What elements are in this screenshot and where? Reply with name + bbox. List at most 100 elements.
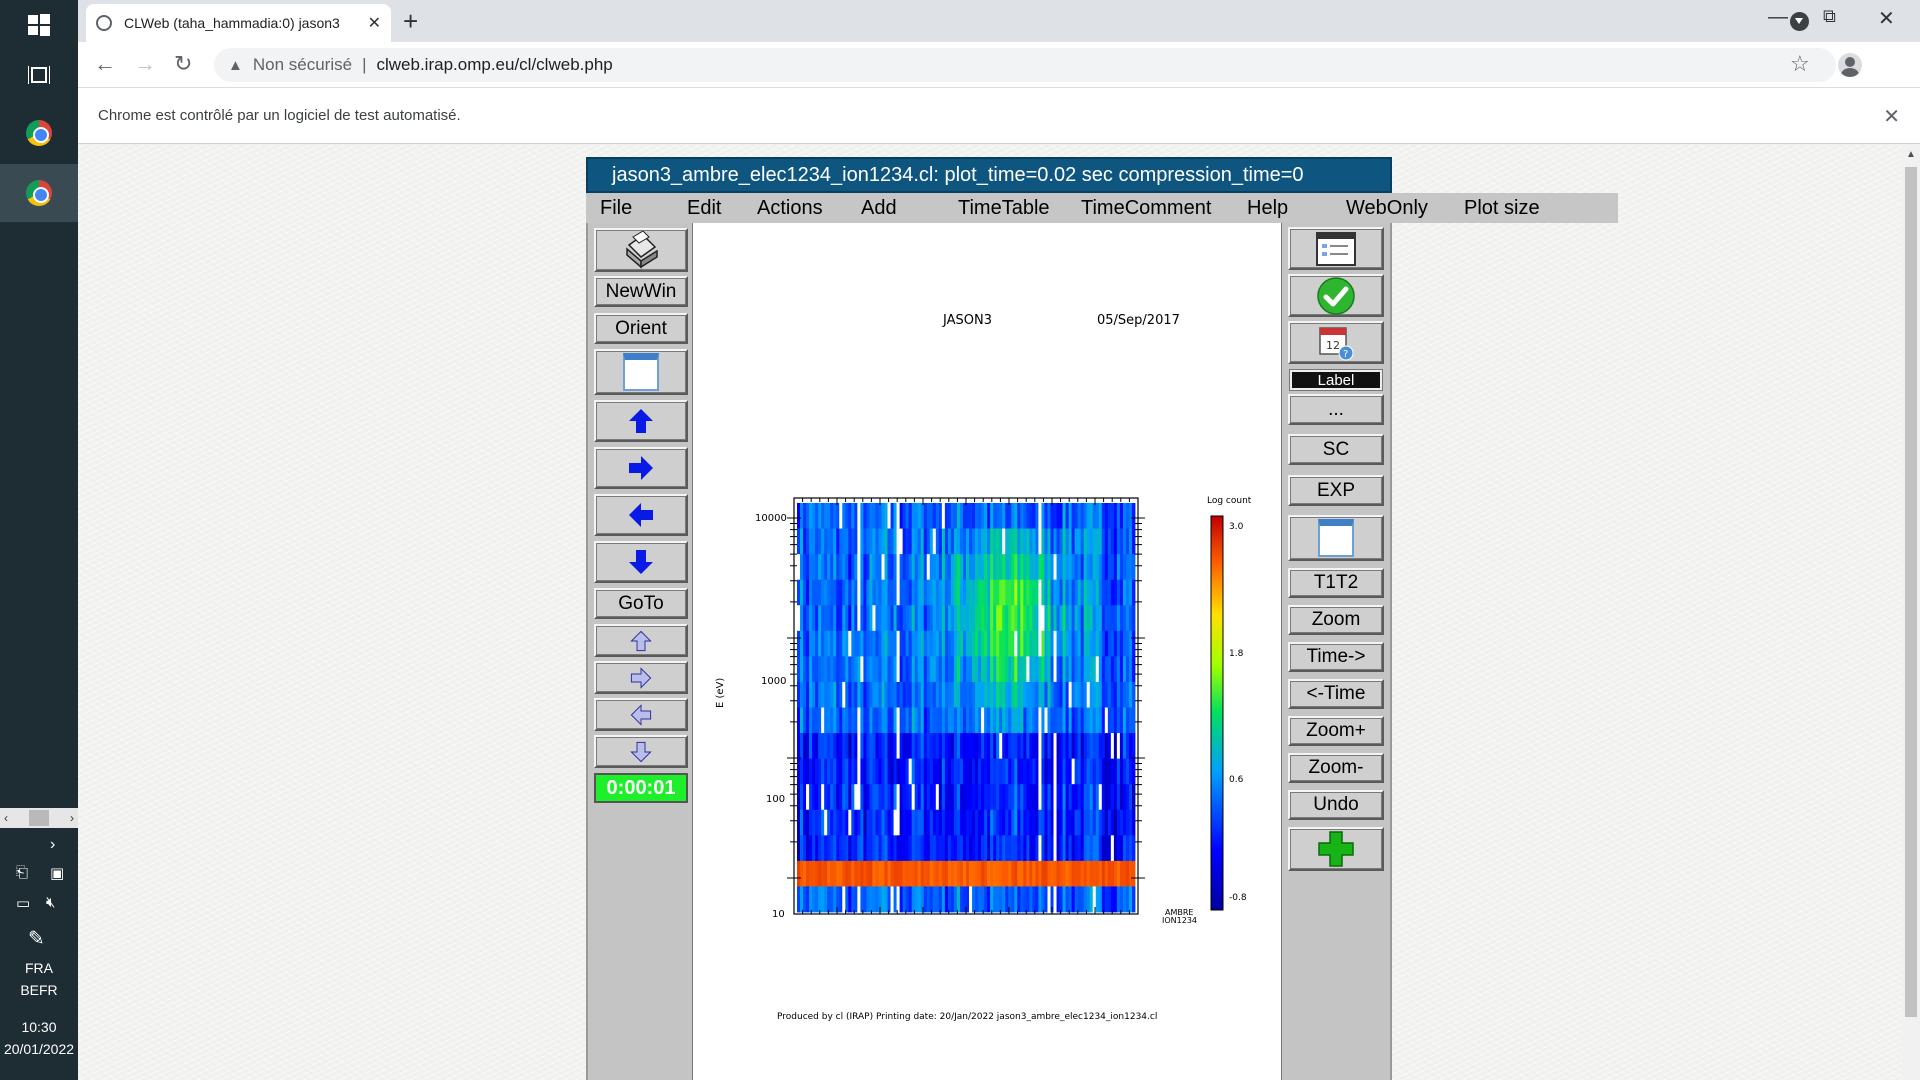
list-button[interactable]: [1288, 227, 1384, 270]
heatmap-cell: [830, 554, 834, 581]
pan-left-button[interactable]: [594, 494, 688, 536]
clock-date[interactable]: 20/01/2022: [0, 1038, 78, 1060]
zoom-button[interactable]: Zoom: [1288, 605, 1384, 635]
taskbar-chrome-2[interactable]: [0, 164, 78, 222]
tab-search-icon[interactable]: [1790, 12, 1809, 31]
menu-add[interactable]: Add: [861, 197, 897, 220]
new-tab-icon[interactable]: +: [403, 6, 418, 37]
reload-icon[interactable]: ↻: [174, 51, 192, 77]
goto-button[interactable]: GoTo: [594, 588, 688, 619]
heatmap-cell: [1083, 681, 1088, 708]
pan-up-button[interactable]: [594, 400, 688, 442]
menu-actions[interactable]: Actions: [757, 197, 823, 220]
heatmap-cell: [935, 784, 940, 811]
scroll-thumb[interactable]: [1905, 167, 1917, 1017]
heatmap-cell: [896, 733, 901, 760]
heatmap-cell: [1068, 733, 1073, 760]
orient-button[interactable]: Orient: [594, 313, 688, 344]
heatmap-cell: [1008, 503, 1012, 529]
close-window-icon[interactable]: ✕: [1878, 6, 1895, 31]
network-icon[interactable]: ⎗: [16, 864, 28, 881]
add-panel-button[interactable]: [1288, 827, 1384, 871]
calendar-button[interactable]: 12 ?: [1288, 321, 1384, 364]
plot-canvas[interactable]: JASON3 05/Sep/2017 10000 1000 100 10 E (…: [692, 223, 1282, 1080]
undo-button[interactable]: Undo: [1288, 790, 1384, 820]
spectrogram-heatmap[interactable]: [797, 503, 1136, 913]
browser-tab[interactable]: CLWeb (taha_hammadia:0) jason3 ✕: [86, 4, 391, 42]
heatmap-cell: [1062, 681, 1066, 708]
page-scrollbar[interactable]: ▲: [1902, 145, 1920, 1080]
battery-icon[interactable]: ▭: [16, 894, 30, 912]
chevron-left-icon[interactable]: ‹: [4, 811, 8, 825]
input-language[interactable]: FRA: [0, 957, 78, 979]
menu-timetable[interactable]: TimeTable: [958, 197, 1050, 220]
heatmap-cell: [932, 528, 937, 555]
window-right-button[interactable]: [1288, 515, 1384, 561]
step-right-button[interactable]: [594, 661, 688, 694]
meet-now-icon[interactable]: ▣: [50, 864, 64, 882]
scroll-up-icon[interactable]: ▲: [1906, 149, 1916, 160]
url-text[interactable]: clweb.irap.omp.eu/cl/clweb.php: [377, 55, 613, 75]
pan-down-button[interactable]: [594, 541, 688, 583]
spectrogram-plot[interactable]: JASON3 05/Sep/2017 10000 1000 100 10 E (…: [693, 223, 1281, 1080]
t1t2-button[interactable]: T1T2: [1288, 568, 1384, 598]
chevron-right-icon[interactable]: ›: [70, 811, 74, 825]
pan-right-button[interactable]: [594, 447, 688, 489]
heatmap-cell: [1104, 579, 1109, 606]
pen-icon[interactable]: ✎: [28, 926, 45, 951]
heatmap-cell: [899, 503, 904, 529]
heatmap-cell: [1053, 554, 1057, 581]
step-down-button[interactable]: [594, 735, 688, 768]
menu-webonly[interactable]: WebOnly: [1346, 197, 1428, 220]
step-left-button[interactable]: [594, 698, 688, 731]
heatmap-cell: [993, 758, 997, 785]
close-tab-icon[interactable]: ✕: [368, 13, 381, 33]
forward-icon[interactable]: →: [134, 51, 156, 77]
time-forward-button[interactable]: Time->: [1288, 642, 1384, 672]
infobar-close-icon[interactable]: ✕: [1883, 104, 1900, 129]
window-button[interactable]: [594, 349, 688, 395]
time-back-button[interactable]: <-Time: [1288, 679, 1384, 709]
show-hidden-icons-icon[interactable]: ›: [50, 836, 55, 854]
menu-file[interactable]: File: [600, 197, 632, 220]
step-up-button[interactable]: [594, 624, 688, 657]
keyboard-layout[interactable]: BEFR: [0, 979, 78, 1001]
scroll-thumb[interactable]: [29, 810, 49, 826]
exp-button[interactable]: EXP: [1288, 475, 1384, 506]
taskbar-chrome-1[interactable]: [0, 104, 78, 162]
heatmap-cell: [908, 886, 913, 913]
zoom-plus-button[interactable]: Zoom+: [1288, 716, 1384, 746]
heatmap-cell: [1119, 707, 1124, 734]
zoom-minus-button[interactable]: Zoom-: [1288, 753, 1384, 783]
more-button[interactable]: ...: [1288, 394, 1384, 425]
menu-edit[interactable]: Edit: [687, 197, 721, 220]
menu-plot-size[interactable]: Plot size: [1464, 197, 1540, 220]
menu-timecomment[interactable]: TimeComment: [1081, 197, 1211, 220]
heatmap-cell: [1062, 528, 1066, 555]
clock-time[interactable]: 10:30: [0, 1016, 78, 1038]
heatmap-cell: [857, 605, 861, 632]
warning-icon[interactable]: ▲: [228, 57, 243, 74]
taskbar-scrollbar[interactable]: ‹ ›: [0, 808, 78, 828]
validate-button[interactable]: [1288, 274, 1384, 317]
security-label[interactable]: Non sécurisé: [253, 55, 352, 75]
restore-icon[interactable]: ⧉: [1823, 6, 1836, 27]
menu-help[interactable]: Help: [1247, 197, 1288, 220]
print-button[interactable]: [594, 228, 688, 272]
heatmap-cell: [920, 579, 925, 606]
volume-muted-icon[interactable]: 🔇︎: [46, 894, 55, 911]
windows-start-icon[interactable]: [0, 10, 78, 40]
sc-button[interactable]: SC: [1288, 434, 1384, 465]
bookmark-star-icon[interactable]: ☆: [1790, 51, 1810, 77]
heatmap-cell: [1077, 681, 1082, 708]
back-icon[interactable]: ←: [94, 51, 116, 77]
label-button[interactable]: Label: [1289, 369, 1383, 391]
task-view-icon[interactable]: [0, 60, 78, 90]
profile-avatar-icon[interactable]: [1838, 53, 1862, 77]
heatmap-cell: [947, 809, 952, 836]
newwin-button[interactable]: NewWin: [594, 276, 688, 307]
minimize-icon[interactable]: —: [1768, 6, 1788, 29]
heatmap-cell: [1002, 707, 1006, 734]
address-bar[interactable]: ▲ Non sécurisé | clweb.irap.omp.eu/cl/cl…: [214, 48, 1836, 82]
heatmap-cell: [1026, 656, 1030, 683]
